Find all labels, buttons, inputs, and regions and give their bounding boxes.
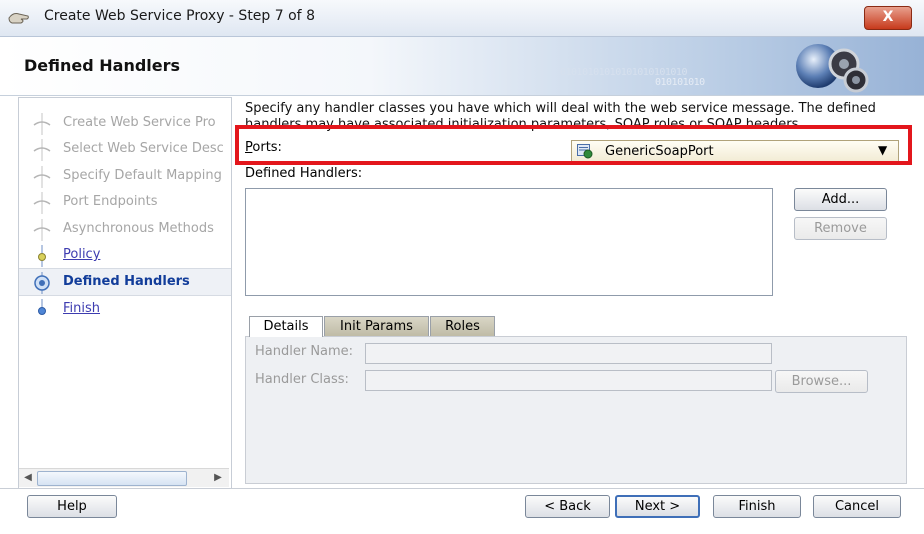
scroll-left-icon[interactable]: ◀ bbox=[21, 471, 35, 485]
page-title: Defined Handlers bbox=[24, 56, 181, 75]
step-port-endpoints[interactable]: Port Endpoints bbox=[19, 189, 231, 215]
finish-button[interactable]: Finish bbox=[713, 495, 801, 518]
step-label: Defined Handlers bbox=[63, 274, 190, 289]
handler-name-input[interactable] bbox=[365, 343, 772, 364]
step-done-icon bbox=[33, 166, 51, 188]
defined-handlers-label: Defined Handlers: bbox=[245, 166, 363, 181]
remove-button[interactable]: Remove bbox=[794, 217, 887, 240]
step-link-icon bbox=[38, 245, 46, 267]
window-title: Create Web Service Proxy - Step 7 of 8 bbox=[44, 8, 315, 24]
back-button[interactable]: < Back bbox=[525, 495, 610, 518]
step-label: Specify Default Mapping bbox=[63, 168, 222, 183]
step-label: Port Endpoints bbox=[63, 194, 158, 209]
close-icon[interactable]: X bbox=[864, 6, 912, 30]
step-policy[interactable]: Policy bbox=[19, 242, 231, 268]
steps-horizontal-scrollbar[interactable]: ◀ ▶ bbox=[19, 468, 229, 487]
footer-divider bbox=[0, 488, 924, 489]
add-button[interactable]: Add... bbox=[794, 188, 887, 211]
globe-gears-logo-icon bbox=[796, 44, 869, 93]
help-button[interactable]: Help bbox=[27, 495, 117, 518]
title-bar: Create Web Service Proxy - Step 7 of 8 X bbox=[0, 0, 924, 37]
step-asynchronous-methods[interactable]: Asynchronous Methods bbox=[19, 216, 231, 242]
browse-button[interactable]: Browse... bbox=[775, 370, 868, 393]
next-button[interactable]: Next > bbox=[615, 495, 700, 518]
step-finish[interactable]: Finish bbox=[19, 296, 231, 322]
step-label: Finish bbox=[63, 301, 101, 316]
tab-init-params[interactable]: Init Params bbox=[324, 316, 429, 336]
step-select-web-service-description[interactable]: Select Web Service Desc bbox=[19, 136, 231, 162]
step-specify-default-mapping[interactable]: Specify Default Mapping bbox=[19, 163, 231, 189]
defined-handlers-list[interactable] bbox=[245, 188, 773, 296]
scroll-thumb[interactable] bbox=[37, 471, 187, 486]
highlight-annotation-box bbox=[235, 125, 912, 165]
wizard-hand-icon bbox=[8, 13, 29, 24]
step-label: Asynchronous Methods bbox=[63, 221, 214, 236]
step-create-web-service-proxy[interactable]: Create Web Service Pro bbox=[19, 110, 231, 136]
scroll-right-icon[interactable]: ▶ bbox=[211, 471, 225, 485]
step-link-icon bbox=[38, 299, 46, 315]
steps-panel: Create Web Service Pro Select Web Servic… bbox=[18, 97, 232, 489]
step-label: Create Web Service Pro bbox=[63, 115, 216, 130]
handler-class-label: Handler Class: bbox=[255, 372, 349, 387]
step-done-icon bbox=[33, 139, 51, 161]
handler-name-label: Handler Name: bbox=[255, 344, 354, 359]
tab-roles[interactable]: Roles bbox=[430, 316, 495, 336]
header-binary-decoration-2: 010101010 bbox=[655, 77, 705, 88]
tab-details[interactable]: Details bbox=[249, 316, 323, 337]
step-label: Select Web Service Desc bbox=[63, 141, 224, 156]
step-done-icon bbox=[33, 219, 51, 241]
handler-class-input[interactable] bbox=[365, 370, 772, 391]
step-current-icon bbox=[34, 272, 50, 294]
cancel-button[interactable]: Cancel bbox=[813, 495, 901, 518]
step-label: Policy bbox=[63, 247, 101, 262]
step-done-icon bbox=[33, 113, 51, 135]
step-done-icon bbox=[33, 192, 51, 214]
step-defined-handlers[interactable]: Defined Handlers bbox=[19, 268, 231, 296]
